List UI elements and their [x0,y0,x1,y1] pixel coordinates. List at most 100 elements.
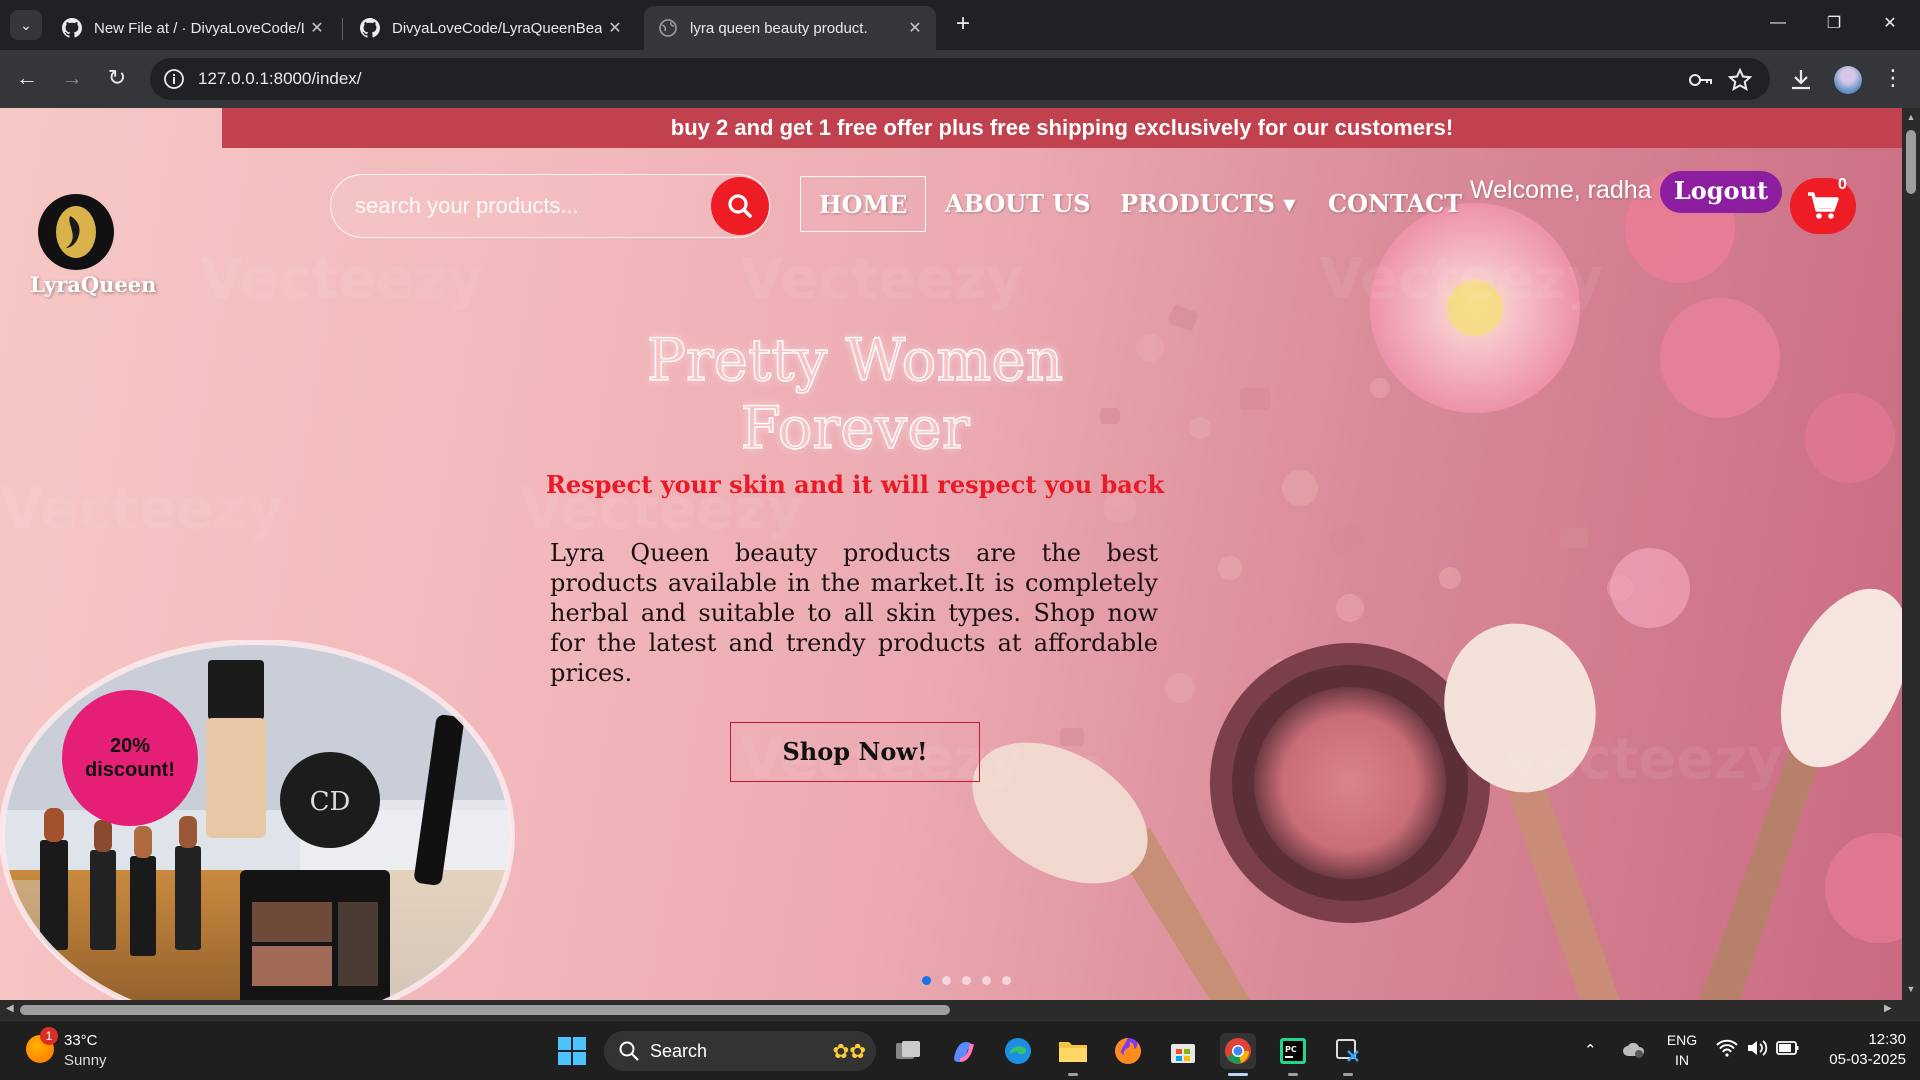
system-clock[interactable]: 12:30 05-03-2025 [1810,1030,1906,1070]
tab-title: DivyaLoveCode/LyraQueenBeauty [392,19,602,37]
scrollbar-thumb[interactable] [20,1005,950,1015]
site-info-icon[interactable] [162,67,186,91]
tab-title: New File at / · DivyaLoveCode/LyraQueenB… [94,19,304,37]
search-icon [728,194,752,218]
reload-button[interactable]: ↻ [102,64,132,94]
weather-temperature[interactable]: 33°C [64,1032,98,1049]
app-running-indicator [1343,1073,1353,1076]
wifi-icon[interactable] [1716,1039,1738,1061]
volume-icon[interactable] [1746,1039,1768,1061]
svg-text:Vecteezy: Vecteezy [0,477,283,542]
nav-contact[interactable]: CONTACT [1310,176,1480,232]
start-button[interactable] [554,1033,590,1069]
carousel-dot[interactable] [1002,976,1011,985]
brand-logo[interactable] [38,194,114,270]
pycharm-icon[interactable]: PC [1275,1033,1311,1069]
chrome-icon[interactable] [1220,1033,1256,1069]
svg-text:Vecteezy: Vecteezy [740,247,1023,312]
globe-icon [659,19,677,37]
caret-down-icon: ▼ [1283,195,1296,214]
more-menu-icon[interactable]: ⋮ [1878,64,1908,94]
carousel-dot[interactable] [982,976,991,985]
nav-contact-label: CONTACT [1328,189,1463,218]
vertical-scrollbar[interactable]: ▲ ▼ [1902,108,1920,1000]
horizontal-scrollbar[interactable]: ◀ ▶ [0,1000,1920,1020]
svg-text:Vecteezy: Vecteezy [200,247,483,312]
close-icon[interactable]: ✕ [304,18,330,38]
clock-date: 05-03-2025 [1829,1051,1906,1068]
nav-home[interactable]: HOME [800,176,927,232]
close-window-button[interactable]: ✕ [1862,0,1918,46]
page-viewport: Vecteezy Vecteezy Vecteezy Vecteezy Vect… [0,108,1902,1000]
chevron-down-icon: ⌄ [20,16,32,33]
brand-name[interactable]: LyraQueen [30,272,156,297]
key-icon[interactable] [1686,66,1714,94]
snipping-tool-icon[interactable] [1330,1033,1366,1069]
lyra-queen-logo-icon [40,196,112,268]
weather-notification-badge: 1 [40,1027,58,1045]
forward-button[interactable]: → [57,64,87,94]
microsoft-store-icon[interactable] [1165,1033,1201,1069]
file-explorer-icon[interactable] [1055,1033,1091,1069]
download-icon[interactable] [1787,66,1815,94]
search-icon [619,1041,639,1061]
minimize-button[interactable]: — [1750,0,1806,46]
scroll-down-arrow-icon[interactable]: ▼ [1906,984,1916,994]
close-icon[interactable]: ✕ [602,18,628,38]
clock-time: 12:30 [1868,1031,1906,1048]
profile-avatar[interactable] [1834,66,1862,94]
tab-title: lyra queen beauty product. [690,19,868,37]
search-input[interactable] [355,189,695,223]
product-search [330,174,770,238]
browser-toolbar: ← → ↻ 127.0.0.1:8000/index/ ⋮ [0,50,1920,108]
show-hidden-icons-chevron-up-icon[interactable]: ⌃ [1584,1041,1597,1059]
shop-now-button[interactable]: Shop Now! [730,722,980,782]
logout-button[interactable]: Logout [1660,171,1782,213]
promo-banner: buy 2 and get 1 free offer plus free shi… [222,108,1902,148]
onedrive-cloud-icon[interactable] [1622,1039,1646,1063]
language-indicator[interactable]: ENG IN [1664,1030,1700,1070]
edge-browser-icon[interactable] [1000,1033,1036,1069]
firefox-icon[interactable] [1110,1033,1146,1069]
scrollbar-thumb[interactable] [1906,130,1916,194]
task-view-icon[interactable] [890,1033,926,1069]
svg-text:CD: CD [310,787,351,817]
cosmetics-product-image[interactable]: CD [0,640,515,1000]
hero-title-line2: Forever [740,393,970,463]
nav-home-label: HOME [819,190,908,219]
taskbar-search-label: Search [650,1040,708,1061]
battery-icon[interactable] [1776,1039,1800,1061]
hero-description: Lyra Queen beauty products are the best … [550,539,1158,687]
search-highlight-flowers-icon: ✿✿ [832,1040,866,1063]
close-icon[interactable]: ✕ [902,18,928,38]
carousel-dot[interactable] [962,976,971,985]
language-code: ENG [1666,1032,1698,1048]
tab-github-new-file[interactable]: New File at / · DivyaLoveCode/LyraQueenB… [48,6,338,50]
new-tab-button[interactable]: + [948,10,978,40]
carousel-dot[interactable] [922,976,931,985]
scroll-left-arrow-icon[interactable]: ◀ [6,1003,14,1014]
scroll-right-arrow-icon[interactable]: ▶ [1884,1003,1892,1014]
nav-about-us[interactable]: ABOUT US [927,176,1109,232]
search-button[interactable] [711,177,769,235]
app-running-indicator [1288,1073,1298,1076]
bookmark-star-icon[interactable] [1726,66,1754,94]
address-bar[interactable]: 127.0.0.1:8000/index/ [150,58,1770,100]
language-region: IN [1675,1052,1689,1068]
restore-button[interactable]: ❐ [1806,0,1862,46]
tab-github-repo[interactable]: DivyaLoveCode/LyraQueenBeauty ✕ [346,6,636,50]
tab-strip: ⌄ New File at / · DivyaLoveCode/LyraQuee… [0,0,1920,50]
tab-lyra-queen[interactable]: lyra queen beauty product. ✕ [644,6,936,50]
shopping-cart-icon [1808,192,1839,219]
github-icon [360,18,380,38]
carousel-dot[interactable] [942,976,951,985]
nav-products-label: PRODUCTS [1120,189,1275,218]
tab-search-button[interactable]: ⌄ [10,10,42,40]
weather-description[interactable]: Sunny [64,1052,107,1069]
svg-text:Vecteezy: Vecteezy [1320,247,1603,312]
back-button[interactable]: ← [12,64,42,94]
scroll-up-arrow-icon[interactable]: ▲ [1906,112,1916,122]
copilot-icon[interactable] [945,1033,981,1069]
nav-products[interactable]: PRODUCTS ▼ [1102,176,1314,232]
taskbar-search[interactable]: Search ✿✿ [604,1031,876,1071]
